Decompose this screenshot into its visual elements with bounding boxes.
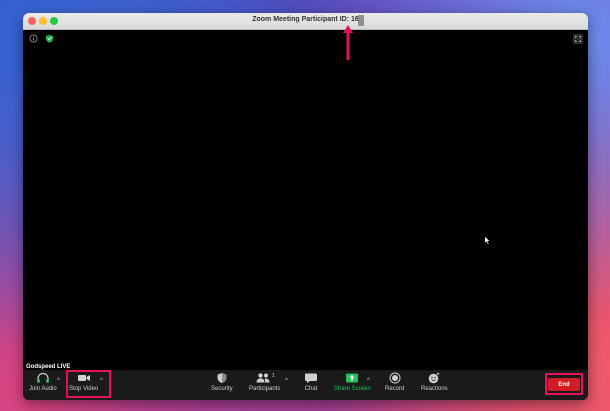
- zoom-meeting-window: Zoom Meeting Participant ID: 16 Godspeed…: [23, 13, 588, 400]
- headphones-icon: [37, 372, 49, 383]
- encryption-shield-icon[interactable]: [45, 34, 54, 43]
- record-button[interactable]: Record: [385, 372, 404, 398]
- smiley-reaction-icon: [429, 372, 440, 384]
- share-screen-button[interactable]: Share Screen: [334, 372, 371, 398]
- reactions-label: Reactions: [421, 386, 448, 392]
- participants-count: 1: [271, 373, 275, 379]
- participant-id-handle[interactable]: [358, 15, 364, 26]
- participants-icon: [256, 373, 270, 383]
- video-area[interactable]: [23, 30, 588, 370]
- join-audio-button[interactable]: Join Audio: [29, 372, 57, 398]
- end-button-highlight-box: [545, 373, 583, 395]
- security-shield-icon: [217, 373, 227, 383]
- share-screen-label: Share Screen: [334, 386, 371, 392]
- participants-button[interactable]: 1 Participants: [249, 372, 280, 398]
- chat-label: Chat: [304, 386, 318, 392]
- share-options-caret-icon[interactable]: ^: [367, 378, 370, 384]
- record-label: Record: [385, 386, 405, 392]
- info-icon[interactable]: [29, 34, 38, 43]
- pointer-arrow-icon: [343, 25, 353, 60]
- security-button[interactable]: Security: [211, 372, 233, 398]
- stop-video-highlight-box: [66, 370, 111, 398]
- participants-options-caret-icon[interactable]: ^: [285, 378, 288, 384]
- reactions-button[interactable]: Reactions: [421, 372, 448, 398]
- record-icon: [389, 372, 401, 384]
- title-bar[interactable]: Zoom Meeting Participant ID: 16: [23, 13, 588, 30]
- meeting-toolbar: Join Audio ^ Stop Video ^ Security 1 Par…: [23, 370, 588, 400]
- fullscreen-icon[interactable]: [573, 34, 583, 44]
- chat-bubble-icon: [305, 373, 317, 383]
- security-label: Security: [211, 386, 233, 392]
- mouse-cursor-icon: [484, 236, 491, 245]
- join-audio-label: Join Audio: [29, 386, 57, 392]
- audio-options-caret-icon[interactable]: ^: [57, 378, 60, 384]
- chat-button[interactable]: Chat: [304, 372, 318, 398]
- share-screen-icon: [346, 373, 359, 383]
- participants-label: Participants: [249, 386, 281, 392]
- window-title: Zoom Meeting Participant ID: 16: [252, 16, 359, 23]
